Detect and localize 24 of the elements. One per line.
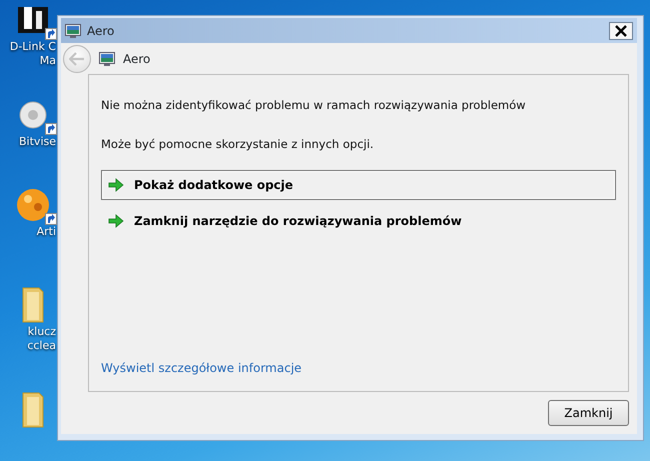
icon-label: Ma [40,54,57,68]
close-icon [615,24,627,36]
monitor-icon [99,52,115,66]
icon-label: klucz [28,325,57,339]
arrow-icon [108,178,124,192]
icon-label: cclea [27,339,57,353]
disc-icon [19,101,47,129]
monitor-icon [65,24,81,38]
arrow-icon [108,214,124,228]
option-button[interactable]: Pokaż dodatkowe opcje [101,170,616,200]
close-dialog-button[interactable]: Zamknij [548,400,629,426]
details-link[interactable]: Wyświetl szczegółowe informacje [101,360,302,374]
back-arrow-icon [69,52,85,66]
window-title: Aero [87,22,116,40]
icon-label: D-Link C [10,40,57,54]
page-heading: Aero [123,50,150,68]
app-icon [18,7,48,33]
icon-label: Arti [36,225,57,239]
hint-text: Może być pomocne skorzystanie z innych opcji. [101,136,375,154]
app-icon [17,189,49,221]
option-button[interactable]: Zamknij narzędzie do rozwiązywania problemów [101,206,616,236]
close-button[interactable] [609,22,633,40]
icon-label: Bitvise [19,135,57,149]
message-text: Nie można zidentyfikować problemu w ramach rozwiązywania problemów [101,97,527,114]
